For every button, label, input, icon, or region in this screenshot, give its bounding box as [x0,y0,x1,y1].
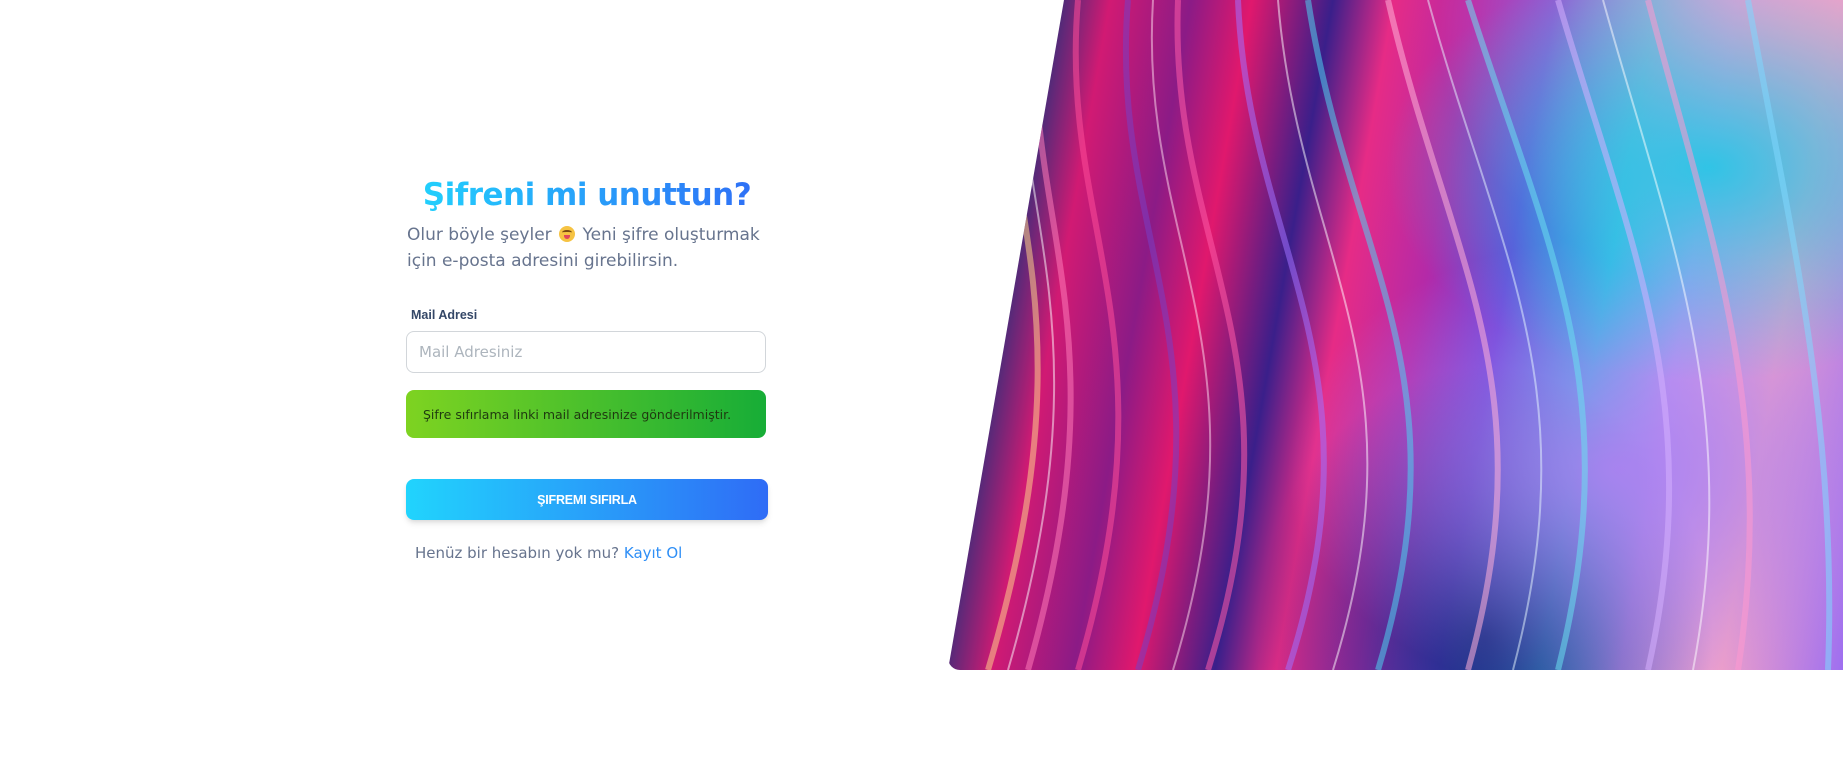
success-alert-text: Şifre sıfırlama linki mail adresinize gö… [423,406,732,422]
signup-prompt-text: Henüz bir hesabın yok mu? [415,544,620,562]
forgot-password-form: Şifreni mi unuttun? Olur böyle şeyler Ye… [406,170,768,562]
drooling-face-emoji-icon [559,226,576,242]
success-alert: Şifre sıfırlama linki mail adresinize gö… [406,390,766,438]
decorative-abstract-artwork [948,0,1843,670]
page-subtitle: Olur böyle şeyler Yeni şifre oluşturmak … [407,222,768,274]
flowing-lines-graphic [985,0,1833,670]
signup-prompt: Henüz bir hesabın yok mu? Kayıt Ol [415,544,768,562]
email-input[interactable] [406,331,766,373]
signup-link[interactable]: Kayıt Ol [624,544,682,562]
reset-password-button[interactable]: ŞIFREMI SIFIRLA [406,479,768,520]
page-title: Şifreni mi unuttun? [406,170,768,220]
email-label: Mail Adresi [411,308,478,322]
subtitle-text-start: Olur böyle şeyler [407,225,552,245]
